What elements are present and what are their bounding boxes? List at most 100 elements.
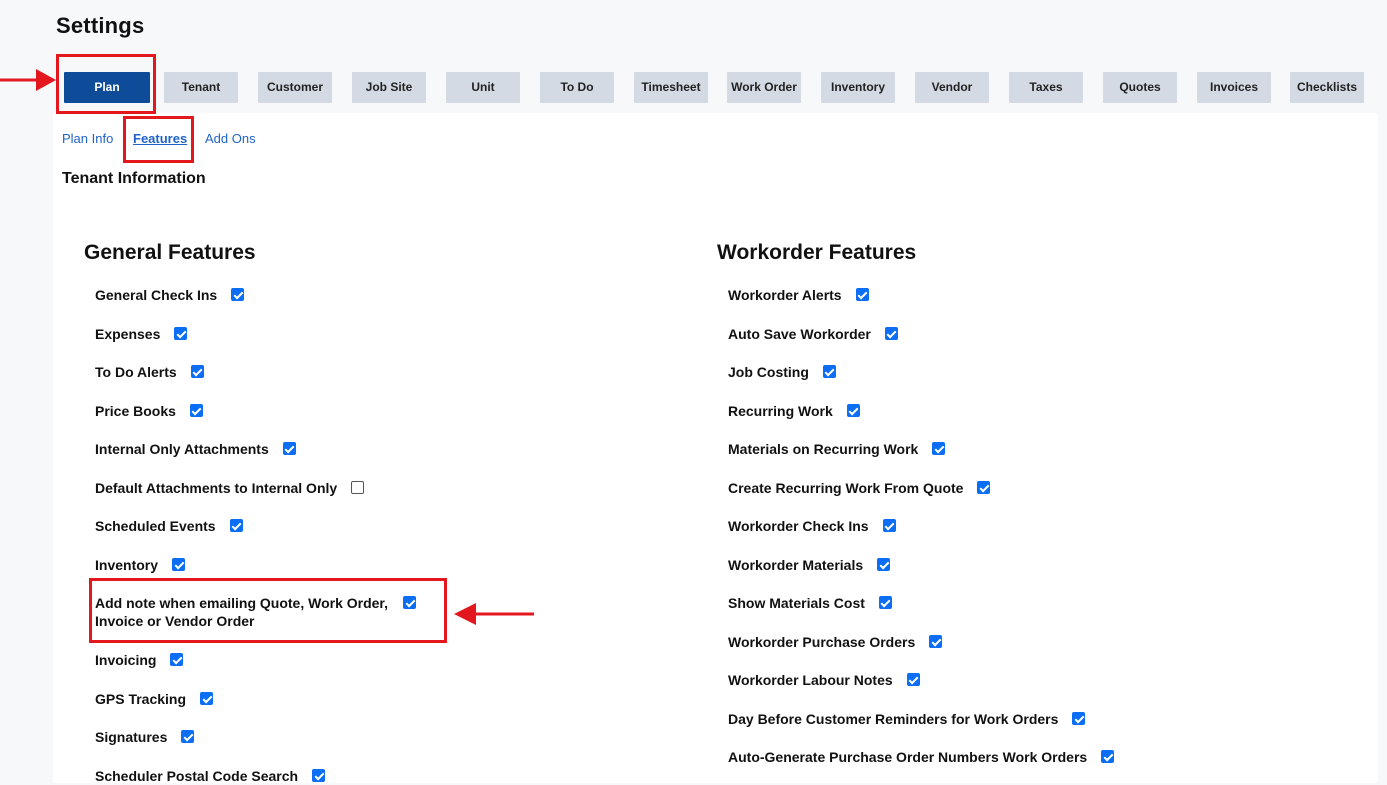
tab-tenant[interactable]: Tenant	[164, 72, 238, 103]
checkbox[interactable]	[855, 288, 869, 301]
checkbox[interactable]	[170, 653, 184, 666]
feature-label: Scheduler Postal Code Search	[95, 768, 299, 784]
feature-to-do-alerts: To Do Alerts	[95, 363, 204, 381]
feature-create-recurring-from-quote: Create Recurring Work From Quote	[728, 479, 991, 497]
feature-general-check-ins: General Check Ins	[95, 286, 245, 304]
checkbox[interactable]	[932, 442, 946, 455]
feature-label: Auto Save Workorder	[728, 326, 871, 342]
feature-label: General Check Ins	[95, 287, 218, 303]
workorder-features-column: Workorder Features Workorder Alerts Auto…	[717, 241, 1367, 765]
subtab-add-ons[interactable]: Add Ons	[205, 131, 256, 146]
checkbox[interactable]	[282, 442, 296, 455]
workorder-features-title: Workorder Features	[717, 241, 917, 264]
subtab-features[interactable]: Features	[133, 131, 187, 146]
feature-label: Scheduled Events	[95, 518, 216, 534]
feature-label: GPS Tracking	[95, 691, 187, 707]
checkbox[interactable]	[190, 365, 204, 378]
feature-label: Job Costing	[728, 364, 809, 380]
checkbox[interactable]	[882, 519, 896, 532]
feature-label: Inventory	[95, 557, 159, 573]
feature-label: Workorder Labour Notes	[728, 672, 893, 688]
feature-label: Recurring Work	[728, 403, 833, 419]
feature-label-line-2: Invoice or Vendor Order	[95, 613, 255, 629]
feature-label-line-1: Add note when emailing Quote, Work Order…	[95, 595, 388, 611]
subtab-plan-info[interactable]: Plan Info	[62, 131, 113, 146]
feature-workorder-check-ins: Workorder Check Ins	[728, 517, 896, 535]
general-features-column: General Features General Check Ins Expen…	[84, 241, 644, 784]
checkbox[interactable]	[906, 673, 920, 686]
feature-auto-save-workorder: Auto Save Workorder	[728, 325, 898, 343]
checkbox[interactable]	[929, 635, 943, 648]
tab-checklists[interactable]: Checklists	[1290, 72, 1364, 103]
checkbox[interactable]	[172, 558, 186, 571]
feature-label: Show Materials Cost	[728, 595, 865, 611]
feature-workorder-materials: Workorder Materials	[728, 556, 891, 574]
feature-label: Internal Only Attachments	[95, 441, 269, 457]
feature-label: Price Books	[95, 403, 176, 419]
tab-unit[interactable]: Unit	[446, 72, 520, 103]
tab-timesheet[interactable]: Timesheet	[634, 72, 708, 103]
tab-invoices[interactable]: Invoices	[1197, 72, 1271, 103]
checkbox[interactable]	[846, 404, 860, 417]
tab-vendor[interactable]: Vendor	[915, 72, 989, 103]
feature-default-attachments-internal: Default Attachments to Internal Only	[95, 479, 365, 497]
feature-label: Workorder Purchase Orders	[728, 634, 916, 650]
feature-materials-recurring-work: Materials on Recurring Work	[728, 440, 946, 458]
feature-label: Create Recurring Work From Quote	[728, 480, 964, 496]
checkbox[interactable]	[884, 327, 898, 340]
feature-inventory: Inventory	[95, 556, 186, 574]
feature-label: To Do Alerts	[95, 364, 177, 380]
feature-label: Workorder Materials	[728, 557, 864, 573]
feature-internal-only-attachments: Internal Only Attachments	[95, 440, 296, 458]
checkbox[interactable]	[181, 730, 195, 743]
feature-label: Materials on Recurring Work	[728, 441, 919, 457]
tab-to-do[interactable]: To Do	[540, 72, 614, 103]
feature-label: Workorder Alerts	[728, 287, 842, 303]
feature-label: Default Attachments to Internal Only	[95, 480, 338, 496]
feature-workorder-purchase-orders: Workorder Purchase Orders	[728, 633, 943, 651]
feature-auto-generate-po-numbers: Auto-Generate Purchase Order Numbers Wor…	[728, 748, 1115, 766]
tab-customer[interactable]: Customer	[258, 72, 332, 103]
feature-scheduler-postal-code-search: Scheduler Postal Code Search	[95, 767, 326, 785]
feature-label: Auto-Generate Purchase Order Numbers Wor…	[728, 749, 1088, 765]
tab-work-order[interactable]: Work Order	[727, 72, 801, 103]
feature-label: Add note when emailing Quote, Work Order…	[95, 594, 388, 630]
settings-tabs: Plan Tenant Customer Job Site Unit To Do…	[0, 0, 1387, 110]
feature-recurring-work: Recurring Work	[728, 402, 860, 420]
checkbox[interactable]	[977, 481, 991, 494]
feature-add-note-emailing: Add note when emailing Quote, Work Order…	[95, 594, 416, 630]
checkbox[interactable]	[189, 404, 203, 417]
checkbox[interactable]	[351, 481, 365, 494]
checkbox[interactable]	[312, 769, 326, 782]
general-features-title: General Features	[84, 241, 256, 264]
feature-job-costing: Job Costing	[728, 363, 836, 381]
tab-job-site[interactable]: Job Site	[352, 72, 426, 103]
tab-inventory[interactable]: Inventory	[821, 72, 895, 103]
feature-label: Signatures	[95, 729, 168, 745]
feature-scheduled-events: Scheduled Events	[95, 517, 243, 535]
feature-label: Day Before Customer Reminders for Work O…	[728, 711, 1059, 727]
tab-taxes[interactable]: Taxes	[1009, 72, 1083, 103]
checkbox[interactable]	[403, 596, 416, 609]
checkbox[interactable]	[174, 327, 188, 340]
tab-quotes[interactable]: Quotes	[1103, 72, 1177, 103]
feature-label: Invoicing	[95, 652, 157, 668]
feature-workorder-labour-notes: Workorder Labour Notes	[728, 671, 920, 689]
feature-label: Workorder Check Ins	[728, 518, 869, 534]
tab-plan[interactable]: Plan	[64, 72, 150, 103]
checkbox[interactable]	[1072, 712, 1086, 725]
settings-panel: Plan Info Features Add Ons Tenant Inform…	[53, 113, 1378, 784]
checkbox[interactable]	[877, 558, 891, 571]
checkbox[interactable]	[822, 365, 836, 378]
feature-expenses: Expenses	[95, 325, 188, 343]
checkbox[interactable]	[231, 288, 245, 301]
checkbox[interactable]	[200, 692, 214, 705]
checkbox[interactable]	[229, 519, 243, 532]
section-title: Tenant Information	[62, 170, 206, 187]
checkbox[interactable]	[1101, 750, 1115, 763]
checkbox[interactable]	[878, 596, 892, 609]
feature-day-before-reminders: Day Before Customer Reminders for Work O…	[728, 710, 1086, 728]
feature-workorder-alerts: Workorder Alerts	[728, 286, 869, 304]
feature-invoicing: Invoicing	[95, 651, 184, 669]
feature-label: Expenses	[95, 326, 161, 342]
